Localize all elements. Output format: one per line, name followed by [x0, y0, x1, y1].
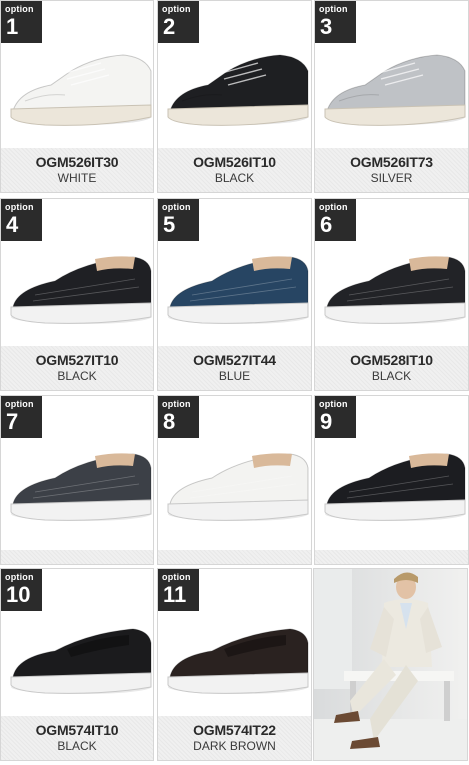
option-number: 10 — [6, 582, 31, 607]
option-number: 4 — [6, 212, 19, 237]
option-badge: option 2 — [158, 1, 199, 43]
product-code: OGM528IT10 — [350, 352, 433, 368]
option-badge: option 8 — [158, 396, 199, 438]
product-image[interactable] — [162, 599, 311, 709]
product-code: OGM574IT22 — [193, 722, 276, 738]
product-image[interactable] — [5, 599, 153, 709]
option-card-6[interactable]: option 6 OGM528IT10 BLACK — [314, 198, 469, 391]
product-code: OGM527IT10 — [35, 352, 119, 368]
product-image[interactable] — [5, 229, 153, 339]
product-color: BLACK — [57, 739, 97, 753]
product-caption: OGM527IT44 BLUE — [158, 346, 311, 390]
option-label: option — [5, 572, 34, 582]
option-card-11[interactable]: option 11 OGM574IT22 DARK BROWN — [157, 568, 312, 761]
product-color: WHITE — [57, 171, 97, 185]
product-caption: OGM526IT10 BLACK — [158, 148, 311, 192]
product-image[interactable] — [162, 426, 311, 536]
oxford-shoe-icon — [10, 54, 152, 126]
option-card-4[interactable]: option 4 OGM527IT10 BLACK — [0, 198, 154, 391]
product-caption — [158, 550, 311, 564]
option-card-3[interactable]: option 3 OGM526IT73 SILVER — [314, 0, 469, 193]
product-caption: OGM527IT10 BLACK — [1, 346, 153, 390]
product-caption: OGM528IT10 BLACK — [315, 346, 468, 390]
model-photo — [313, 568, 468, 761]
option-number: 1 — [6, 14, 19, 39]
option-label: option — [319, 4, 348, 14]
product-image[interactable] — [5, 31, 153, 141]
product-color: BLACK — [57, 369, 97, 383]
option-badge: option 4 — [1, 199, 42, 241]
product-code: OGM527IT44 — [193, 352, 276, 368]
option-card-9[interactable]: option 9 — [314, 395, 469, 565]
option-label: option — [162, 572, 191, 582]
option-number: 5 — [163, 212, 176, 237]
product-image[interactable] — [319, 426, 468, 536]
product-caption — [1, 550, 153, 564]
option-number: 7 — [6, 409, 19, 434]
option-card-2[interactable]: option 2 OGM526IT10 BLACK — [157, 0, 312, 193]
loafer-shoe-icon — [167, 628, 309, 694]
option-card-8[interactable]: option 8 — [157, 395, 312, 565]
product-code: OGM526IT73 — [350, 154, 433, 170]
option-badge: option 3 — [315, 1, 356, 43]
option-label: option — [5, 399, 34, 409]
product-code: OGM574IT10 — [35, 722, 119, 738]
option-card-7[interactable]: option 7 — [0, 395, 154, 565]
oxford-shoe-icon — [167, 54, 309, 126]
option-label: option — [319, 399, 348, 409]
loafer-shoe-icon — [10, 628, 152, 694]
option-label: option — [162, 399, 191, 409]
option-label: option — [319, 202, 348, 212]
option-card-1[interactable]: option 1 OGM526IT30 WHITE — [0, 0, 154, 193]
slipon-shoe-icon — [324, 256, 466, 324]
slipon-shoe-icon — [324, 453, 466, 521]
product-caption: OGM526IT30 WHITE — [1, 148, 153, 192]
option-number: 11 — [163, 582, 187, 607]
product-image[interactable] — [162, 229, 311, 339]
product-color: SILVER — [370, 171, 413, 185]
product-color: BLUE — [218, 369, 251, 383]
option-label: option — [5, 4, 34, 14]
oxford-shoe-icon — [324, 54, 466, 126]
option-badge: option 9 — [315, 396, 356, 438]
option-badge: option 10 — [1, 569, 42, 611]
option-badge: option 11 — [158, 569, 199, 611]
slipon-shoe-icon — [10, 256, 152, 324]
slipon-shoe-icon — [167, 256, 309, 324]
product-color: BLACK — [214, 171, 255, 185]
option-badge: option 7 — [1, 396, 42, 438]
product-image[interactable] — [162, 31, 311, 141]
slipon-shoe-icon — [10, 453, 152, 521]
product-code: OGM526IT30 — [35, 154, 119, 170]
product-caption: OGM574IT22 DARK BROWN — [158, 716, 311, 760]
option-label: option — [162, 4, 191, 14]
option-number: 8 — [163, 409, 176, 434]
option-number: 6 — [320, 212, 333, 237]
option-label: option — [5, 202, 34, 212]
option-card-10[interactable]: option 10 OGM574IT10 BLACK — [0, 568, 154, 761]
product-color: DARK BROWN — [193, 739, 276, 753]
product-image[interactable] — [319, 31, 468, 141]
product-caption — [315, 550, 468, 564]
option-number: 2 — [163, 14, 176, 39]
model-illustration — [314, 569, 467, 760]
option-badge: option 6 — [315, 199, 356, 241]
product-image[interactable] — [5, 426, 153, 536]
slipon-shoe-icon — [167, 453, 309, 521]
product-caption: OGM574IT10 BLACK — [1, 716, 153, 760]
product-caption: OGM526IT73 SILVER — [315, 148, 468, 192]
product-code: OGM526IT10 — [193, 154, 276, 170]
product-image[interactable] — [319, 229, 468, 339]
option-number: 3 — [320, 14, 333, 39]
option-number: 9 — [320, 409, 333, 434]
option-badge: option 1 — [1, 1, 42, 43]
option-label: option — [162, 202, 191, 212]
option-card-5[interactable]: option 5 OGM527IT44 BLUE — [157, 198, 312, 391]
option-badge: option 5 — [158, 199, 199, 241]
product-color: BLACK — [371, 369, 412, 383]
